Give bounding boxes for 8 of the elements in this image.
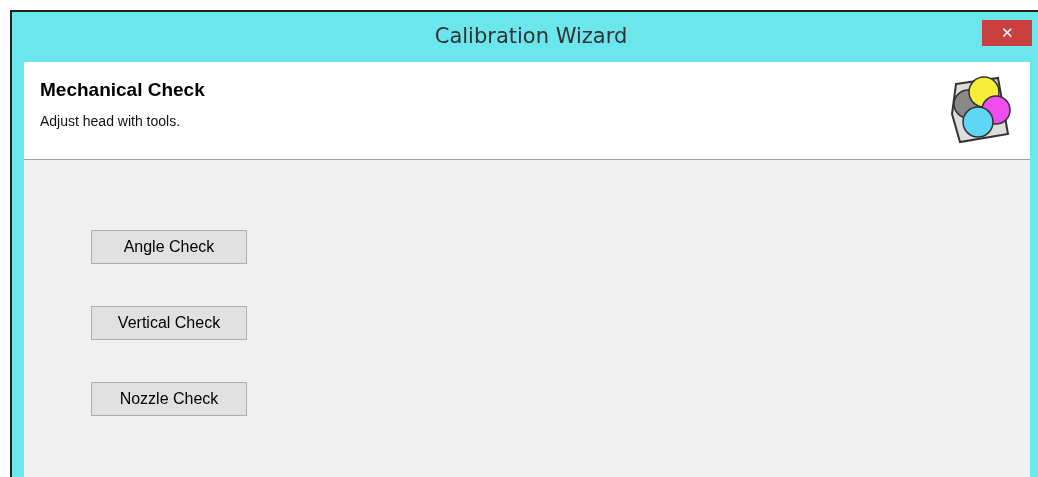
- page-subtitle: Adjust head with tools.: [40, 111, 182, 131]
- check-button[interactable]: Nozzle Check: [91, 382, 247, 416]
- page-title: Mechanical Check: [40, 78, 205, 102]
- check-button[interactable]: Vertical Check: [91, 306, 247, 340]
- window-title: Calibration Wizard: [434, 23, 628, 51]
- close-button[interactable]: ✕: [982, 20, 1032, 46]
- check-button[interactable]: Angle Check: [91, 230, 247, 264]
- color-circles-icon: [948, 74, 1014, 144]
